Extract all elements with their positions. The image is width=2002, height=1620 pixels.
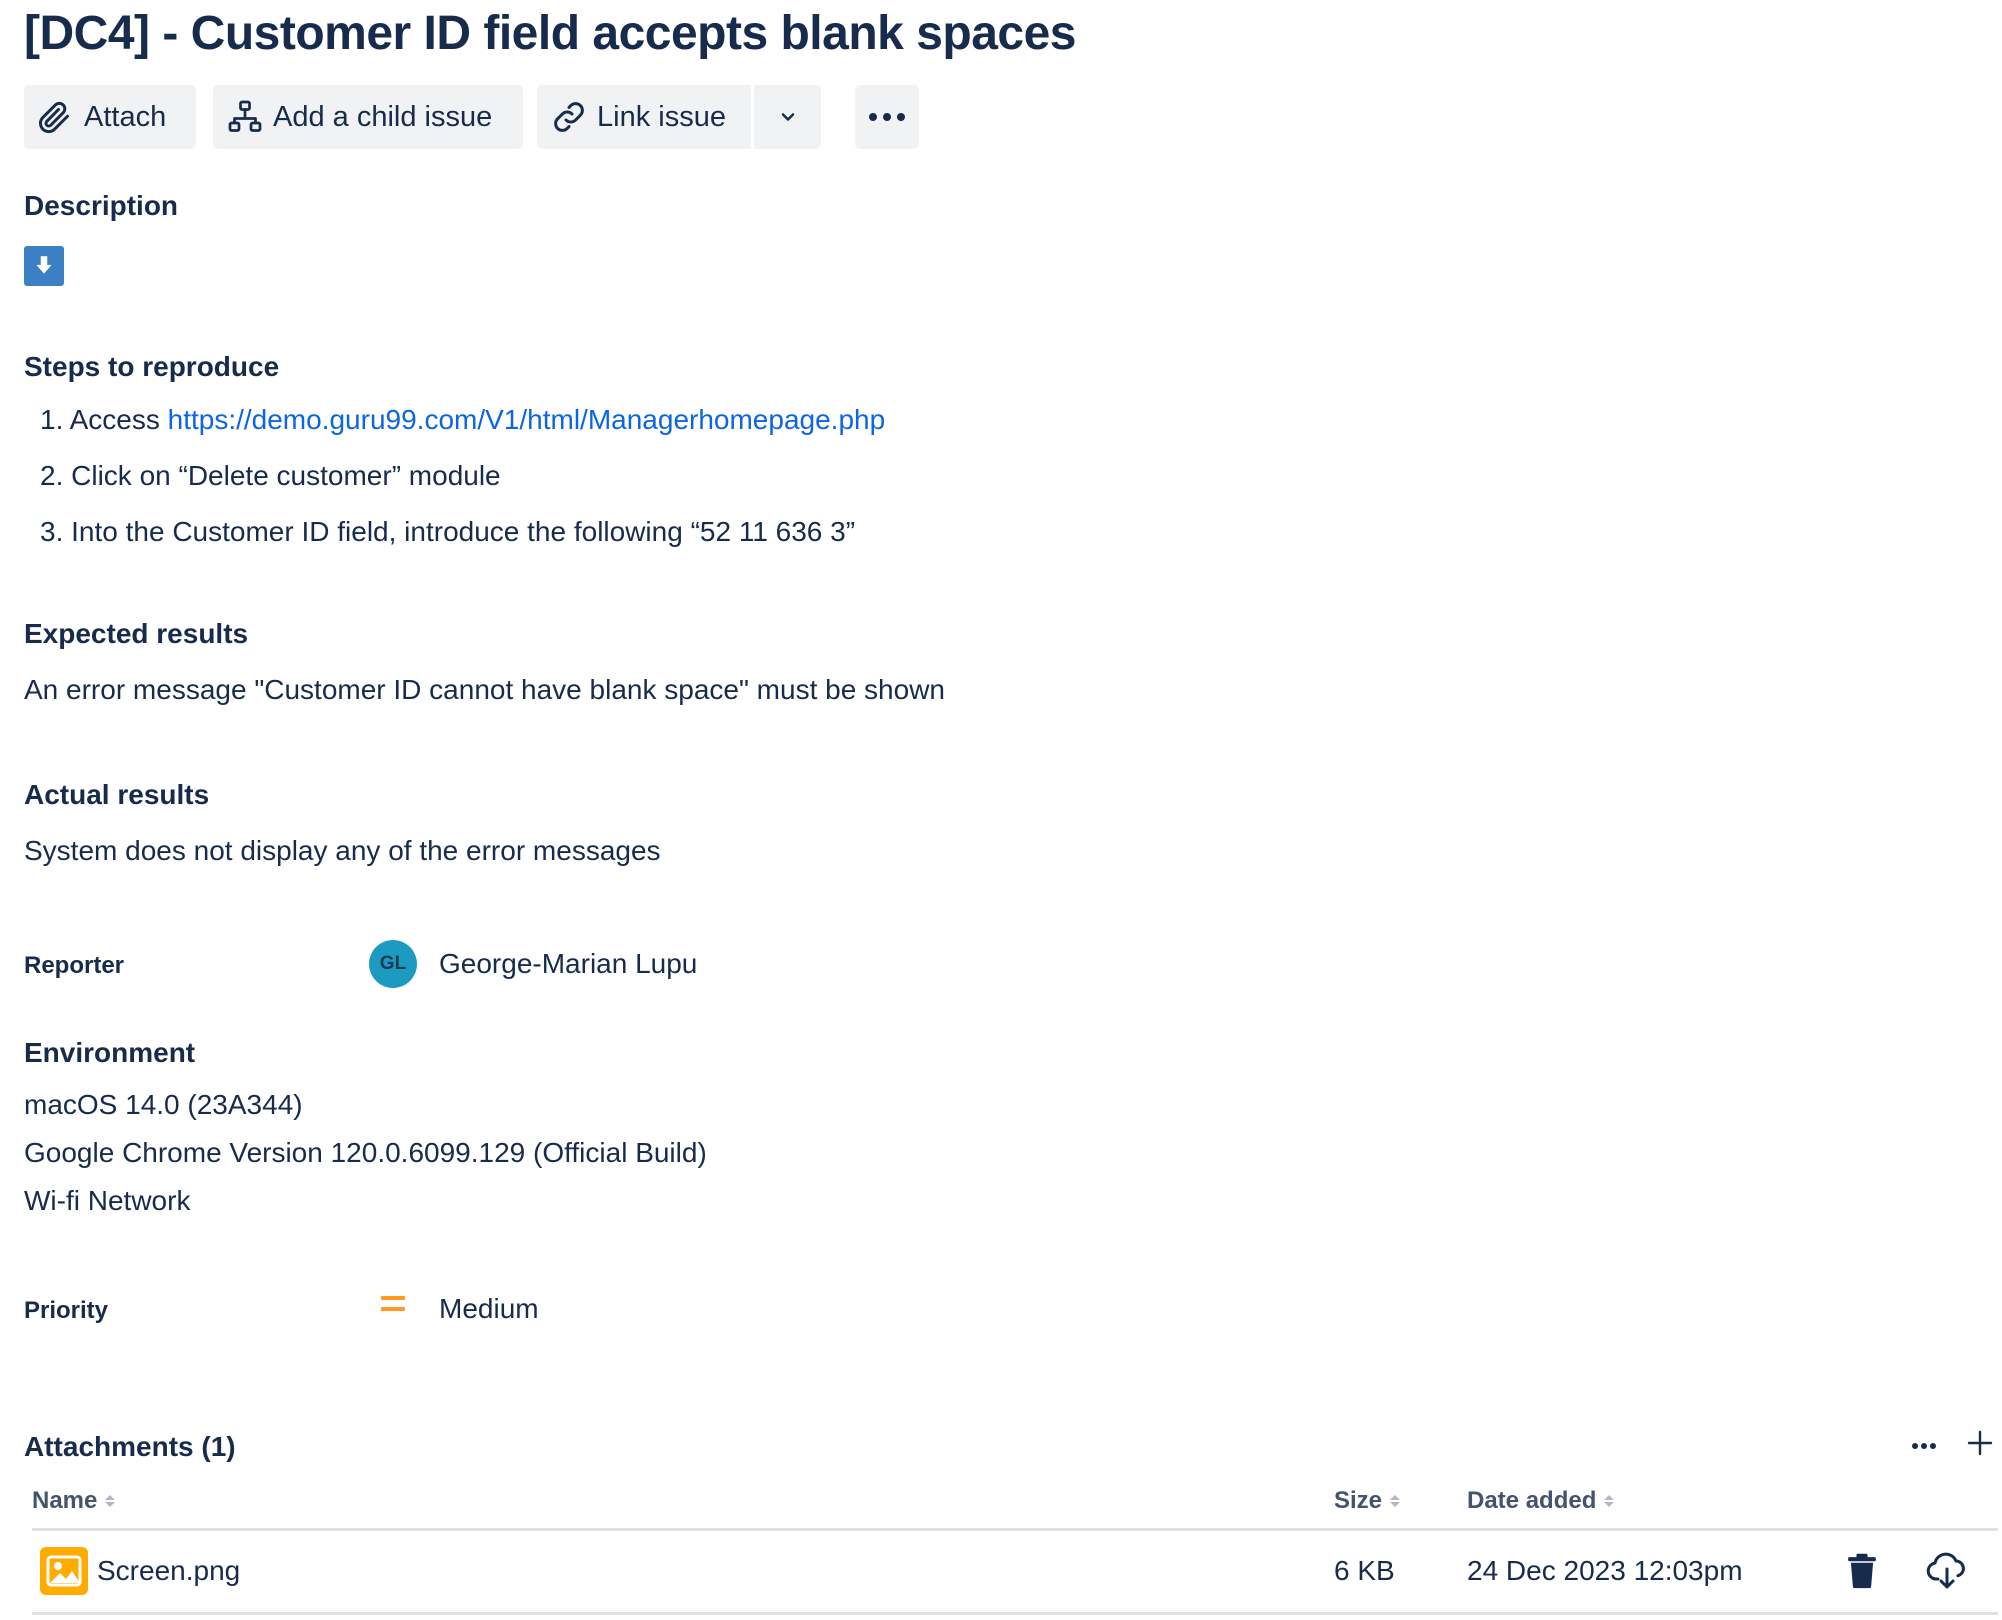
reporter-name[interactable]: George-Marian Lupu — [439, 948, 697, 980]
description-heading: Description — [24, 190, 179, 221]
hierarchy-icon — [227, 99, 263, 135]
more-actions-button[interactable] — [855, 85, 919, 149]
sort-icon — [1604, 1495, 1615, 1507]
more-icon — [867, 112, 907, 122]
priority-value[interactable]: Medium — [439, 1293, 539, 1325]
delete-attachment-button[interactable] — [1843, 1553, 1881, 1594]
environment-line: Google Chrome Version 120.0.6099.129 (Of… — [24, 1137, 707, 1168]
link-icon — [551, 99, 587, 135]
add-child-issue-label: Add a child issue — [273, 100, 493, 133]
attachments-heading: Attachments (1) — [24, 1431, 236, 1462]
expected-results-text: An error message "Customer ID cannot hav… — [24, 674, 945, 705]
steps-heading: Steps to reproduce — [24, 351, 280, 382]
more-icon — [1911, 1437, 1937, 1455]
download-arrow-icon — [24, 246, 64, 286]
guru99-link[interactable]: https://demo.guru99.com/V1/html/Managerh… — [168, 404, 886, 435]
attachment-name[interactable]: Screen.png — [97, 1555, 240, 1587]
attachment-size: 6 KB — [1334, 1555, 1395, 1586]
attachments-more-button[interactable] — [1902, 1430, 1946, 1462]
priority-medium-icon — [381, 1296, 405, 1312]
attach-label: Attach — [84, 100, 167, 133]
sort-icon — [105, 1495, 116, 1507]
steps-list: 1. Access https://demo.guru99.com/V1/htm… — [40, 398, 885, 566]
avatar[interactable]: GL — [369, 940, 417, 988]
sort-icon — [1390, 1495, 1401, 1507]
plus-icon — [1967, 1430, 1993, 1461]
reporter-label: Reporter — [24, 952, 125, 979]
priority-label: Priority — [24, 1297, 109, 1324]
environment-heading: Environment — [24, 1037, 196, 1068]
table-row-divider — [32, 1612, 1998, 1615]
column-header-date[interactable]: Date added — [1467, 1487, 1615, 1515]
link-issue-dropdown[interactable] — [754, 85, 821, 149]
actual-results-text: System does not display any of the error… — [24, 835, 661, 866]
column-header-size[interactable]: Size — [1334, 1487, 1401, 1515]
link-issue-button[interactable]: Link issue — [537, 85, 821, 149]
add-child-issue-button[interactable]: Add a child issue — [213, 85, 523, 149]
button-separator — [751, 85, 754, 149]
issue-title[interactable]: [DC4] - Customer ID field accepts blank … — [24, 4, 1076, 64]
image-file-icon — [40, 1547, 88, 1595]
trash-icon — [1845, 1553, 1879, 1594]
chevron-down-icon — [778, 107, 798, 127]
cloud-download-icon — [1925, 1551, 1969, 1596]
environment-line: Wi-fi Network — [24, 1185, 191, 1216]
download-attachment-button[interactable] — [1925, 1551, 1969, 1596]
paperclip-icon — [36, 99, 72, 135]
list-item: 3. Into the Customer ID field, introduce… — [40, 516, 856, 547]
link-issue-label: Link issue — [597, 100, 726, 133]
list-item: 2. Click on “Delete customer” module — [40, 460, 501, 491]
environment-line: macOS 14.0 (23A344) — [24, 1089, 303, 1120]
add-attachment-button[interactable] — [1962, 1427, 1998, 1463]
list-item: 1. Access https://demo.guru99.com/V1/htm… — [40, 404, 886, 435]
expected-results-heading: Expected results — [24, 618, 249, 649]
attachment-date: 24 Dec 2023 12:03pm — [1467, 1555, 1743, 1586]
column-header-name[interactable]: Name — [32, 1487, 116, 1515]
actual-results-heading: Actual results — [24, 779, 210, 810]
table-header-divider — [32, 1528, 1998, 1531]
attach-button[interactable]: Attach — [24, 85, 196, 149]
